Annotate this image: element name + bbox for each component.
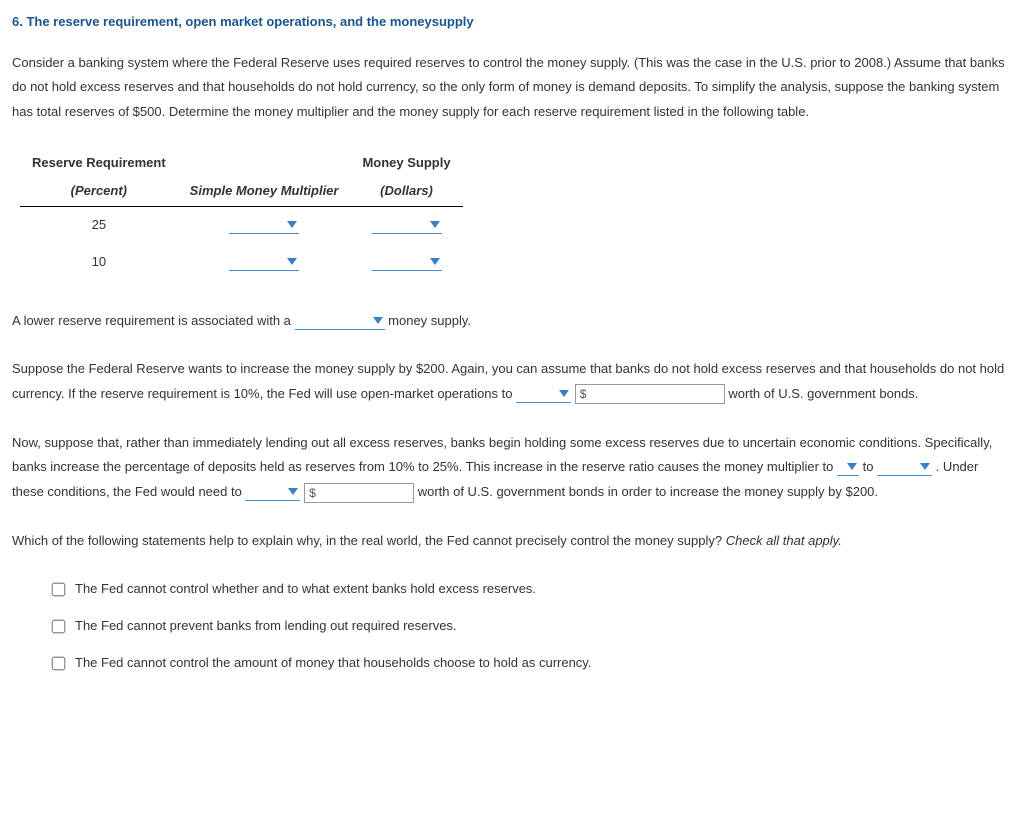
money-supply-dropdown[interactable] — [372, 216, 442, 234]
check-label: The Fed cannot control whether and to wh… — [75, 577, 536, 602]
multiplier-direction-dropdown[interactable] — [837, 458, 859, 476]
multiplier-value-dropdown[interactable] — [877, 458, 932, 476]
text-segment: money supply. — [388, 313, 471, 328]
check-row: The Fed cannot control the amount of mon… — [52, 651, 1012, 676]
check-option-2[interactable] — [52, 620, 66, 634]
money-supply-direction-dropdown[interactable] — [295, 312, 385, 330]
fed-action-dropdown[interactable] — [245, 483, 300, 501]
sentence-lower-reserve: A lower reserve requirement is associate… — [12, 309, 1012, 334]
check-all-hint: Check all that apply. — [726, 533, 842, 548]
chevron-down-icon — [287, 221, 297, 228]
bond-amount-input-2[interactable]: $ — [304, 483, 414, 503]
intro-paragraph: Consider a banking system where the Fede… — [12, 51, 1012, 125]
chevron-down-icon — [430, 221, 440, 228]
check-row: The Fed cannot prevent banks from lendin… — [52, 614, 1012, 639]
check-option-3[interactable] — [52, 656, 66, 670]
col1-sub: (Percent) — [20, 177, 178, 206]
chevron-down-icon — [920, 463, 930, 470]
check-label: The Fed cannot prevent banks from lendin… — [75, 614, 457, 639]
check-row: The Fed cannot control whether and to wh… — [52, 577, 1012, 602]
chevron-down-icon — [559, 390, 569, 397]
reserve-percent: 25 — [20, 207, 178, 244]
bond-amount-input[interactable]: $ — [575, 384, 725, 404]
chevron-down-icon — [287, 258, 297, 265]
checklist: The Fed cannot control whether and to wh… — [52, 577, 1012, 675]
chevron-down-icon — [847, 463, 857, 470]
sentence-fed-increase: Suppose the Federal Reserve wants to inc… — [12, 357, 1012, 406]
check-option-1[interactable] — [52, 583, 66, 597]
sentence-reserve-ratio-change: Now, suppose that, rather than immediate… — [12, 431, 1012, 505]
col1-header: Reserve Requirement — [20, 149, 178, 178]
open-market-op-dropdown[interactable] — [516, 385, 571, 403]
col2-header: Simple Money Multiplier — [178, 149, 351, 207]
col3-sub: (Dollars) — [350, 177, 462, 206]
chevron-down-icon — [430, 258, 440, 265]
multiplier-dropdown[interactable] — [229, 216, 299, 234]
reserve-percent: 10 — [20, 244, 178, 281]
text-segment: Which of the following statements help t… — [12, 533, 722, 548]
sentence-real-world: Which of the following statements help t… — [12, 529, 1012, 554]
table-row: 25 — [20, 207, 463, 244]
question-title: 6. The reserve requirement, open market … — [12, 10, 1012, 35]
check-label: The Fed cannot control the amount of mon… — [75, 651, 591, 676]
text-segment: worth of U.S. government bonds in order … — [418, 484, 878, 499]
chevron-down-icon — [373, 317, 383, 324]
text-segment: to — [863, 459, 874, 474]
multiplier-dropdown[interactable] — [229, 253, 299, 271]
table-row: 10 — [20, 244, 463, 281]
col3-header: Money Supply — [350, 149, 462, 178]
chevron-down-icon — [288, 488, 298, 495]
text-segment: worth of U.S. government bonds. — [728, 386, 918, 401]
reserve-table: Reserve Requirement Simple Money Multipl… — [20, 149, 1012, 281]
text-segment: A lower reserve requirement is associate… — [12, 313, 291, 328]
money-supply-dropdown[interactable] — [372, 253, 442, 271]
